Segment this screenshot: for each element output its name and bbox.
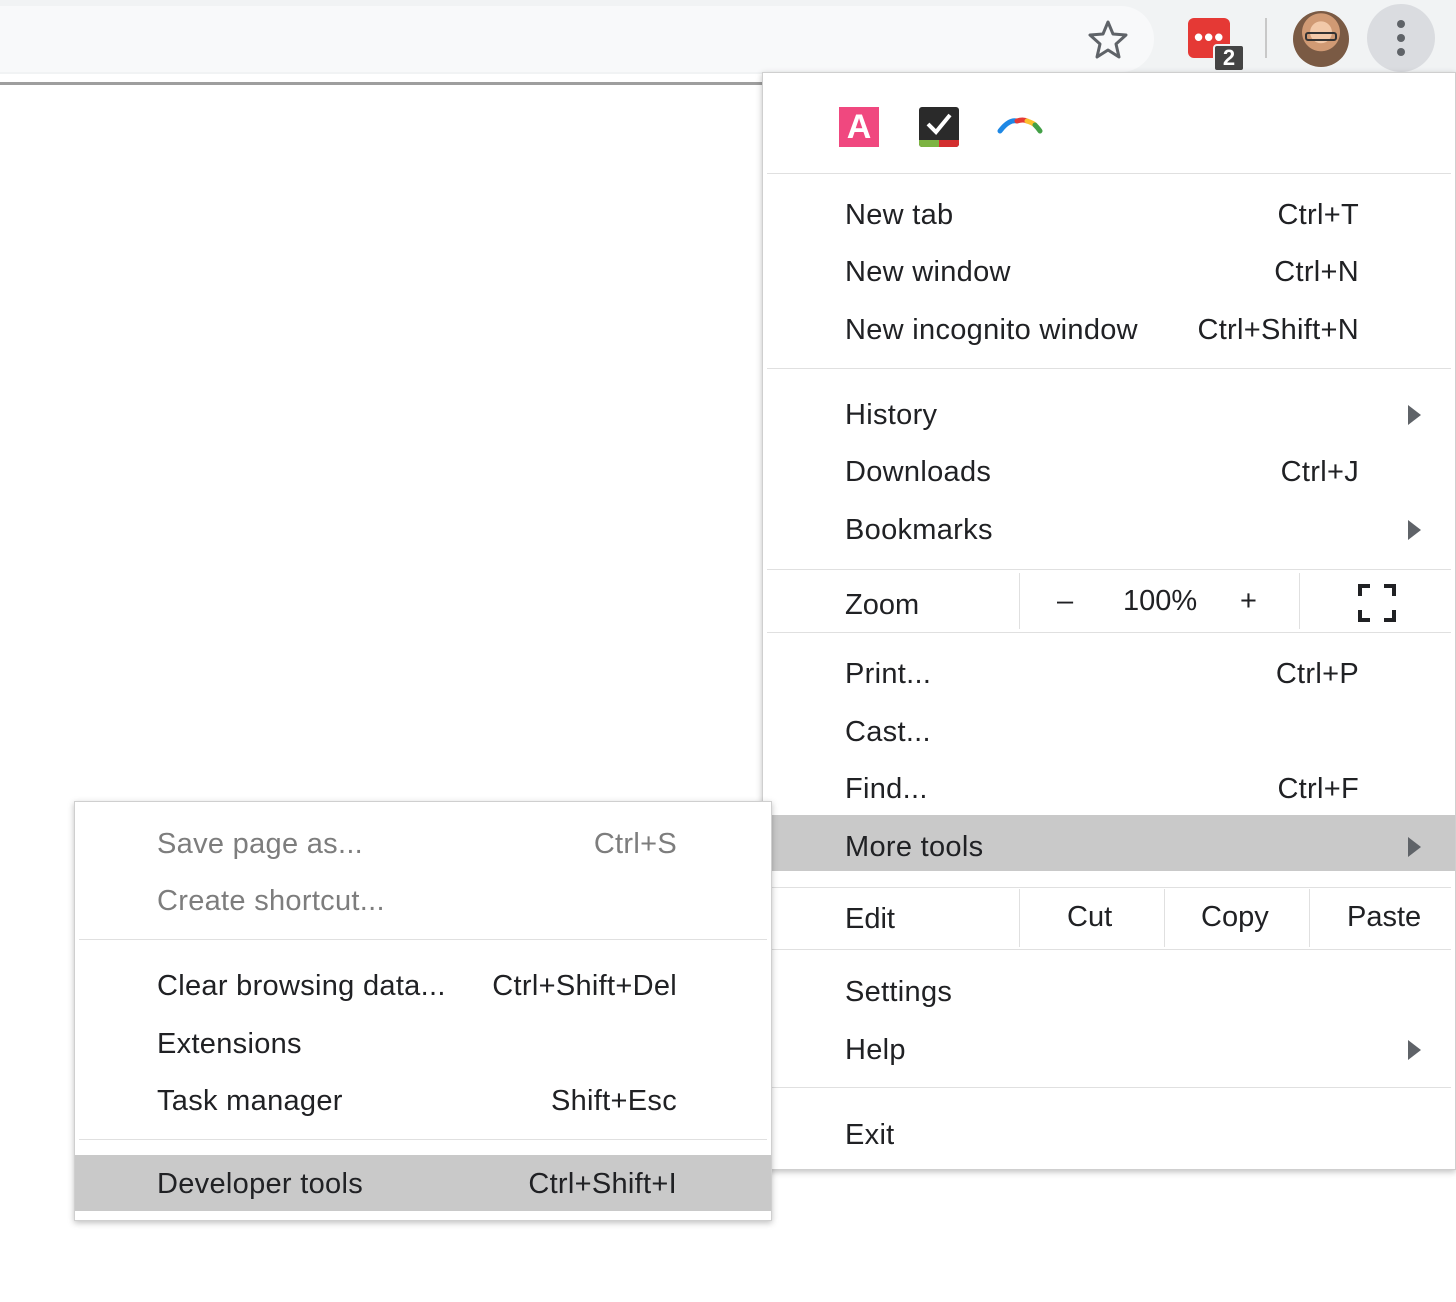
submenu-arrow-icon [1408,405,1421,425]
checkmark-icon[interactable] [919,107,959,147]
menu-item-more-tools[interactable]: More tools [763,815,1455,871]
menu-item-bookmarks[interactable]: Bookmarks [763,502,1455,558]
zoom-in-button[interactable]: + [1240,585,1257,618]
submenu-arrow-icon [1408,520,1421,540]
rainbow-arc-icon[interactable] [997,115,1043,140]
paste-button[interactable]: Paste [1347,901,1421,934]
extension-badge: 2 [1213,44,1245,72]
submenu-item-create-shortcut[interactable]: Create shortcut... [75,873,771,929]
submenu-item-extensions[interactable]: Extensions [75,1016,771,1072]
submenu-arrow-icon [1408,837,1421,857]
toolbar-divider [1265,18,1267,58]
menu-item-cast[interactable]: Cast... [763,704,1455,760]
submenu-arrow-icon [1408,1040,1421,1060]
menu-item-new-incognito[interactable]: New incognito window Ctrl+Shift+N [763,302,1455,358]
cut-button[interactable]: Cut [1067,901,1112,934]
menu-item-exit[interactable]: Exit [763,1107,1455,1163]
submenu-item-task-manager[interactable]: Task manager Shift+Esc [75,1073,771,1129]
extension-dots-icon: ••• [1194,22,1225,52]
fullscreen-icon[interactable] [1357,583,1397,623]
bookmark-star-icon[interactable] [1084,16,1132,64]
submenu-item-save-page[interactable]: Save page as... Ctrl+S [75,816,771,872]
profile-avatar[interactable] [1293,11,1349,67]
kebab-dot-icon [1397,20,1405,28]
kebab-dot-icon [1397,34,1405,42]
browser-toolbar: ••• 2 [0,0,1456,74]
menu-item-new-window[interactable]: New window Ctrl+N [763,244,1455,300]
menu-item-help[interactable]: Help [763,1022,1455,1078]
edit-label: Edit [845,903,895,935]
a-letter-icon[interactable]: A [839,107,879,147]
copy-button[interactable]: Copy [1201,901,1269,934]
menu-item-downloads[interactable]: Downloads Ctrl+J [763,444,1455,500]
menu-item-history[interactable]: History [763,387,1455,443]
submenu-item-developer-tools[interactable]: Developer tools Ctrl+Shift+I [75,1155,771,1211]
browser-main-menu: A New tab Ctrl+T New window Ctrl+N New i… [762,72,1456,1170]
zoom-label: Zoom [845,589,920,621]
zoom-level: 100% [1123,585,1198,617]
zoom-out-button[interactable]: – [1057,585,1073,618]
menu-item-print[interactable]: Print... Ctrl+P [763,646,1455,702]
menu-kebab-button[interactable] [1367,4,1435,72]
address-bar[interactable] [0,6,1154,72]
menu-item-settings[interactable]: Settings [763,964,1455,1020]
menu-item-find[interactable]: Find... Ctrl+F [763,761,1455,817]
submenu-item-clear-browsing-data[interactable]: Clear browsing data... Ctrl+Shift+Del [75,958,771,1014]
kebab-dot-icon [1397,48,1405,56]
menu-item-new-tab[interactable]: New tab Ctrl+T [763,187,1455,243]
more-tools-submenu: Save page as... Ctrl+S Create shortcut..… [74,801,772,1221]
page-divider [0,82,762,85]
